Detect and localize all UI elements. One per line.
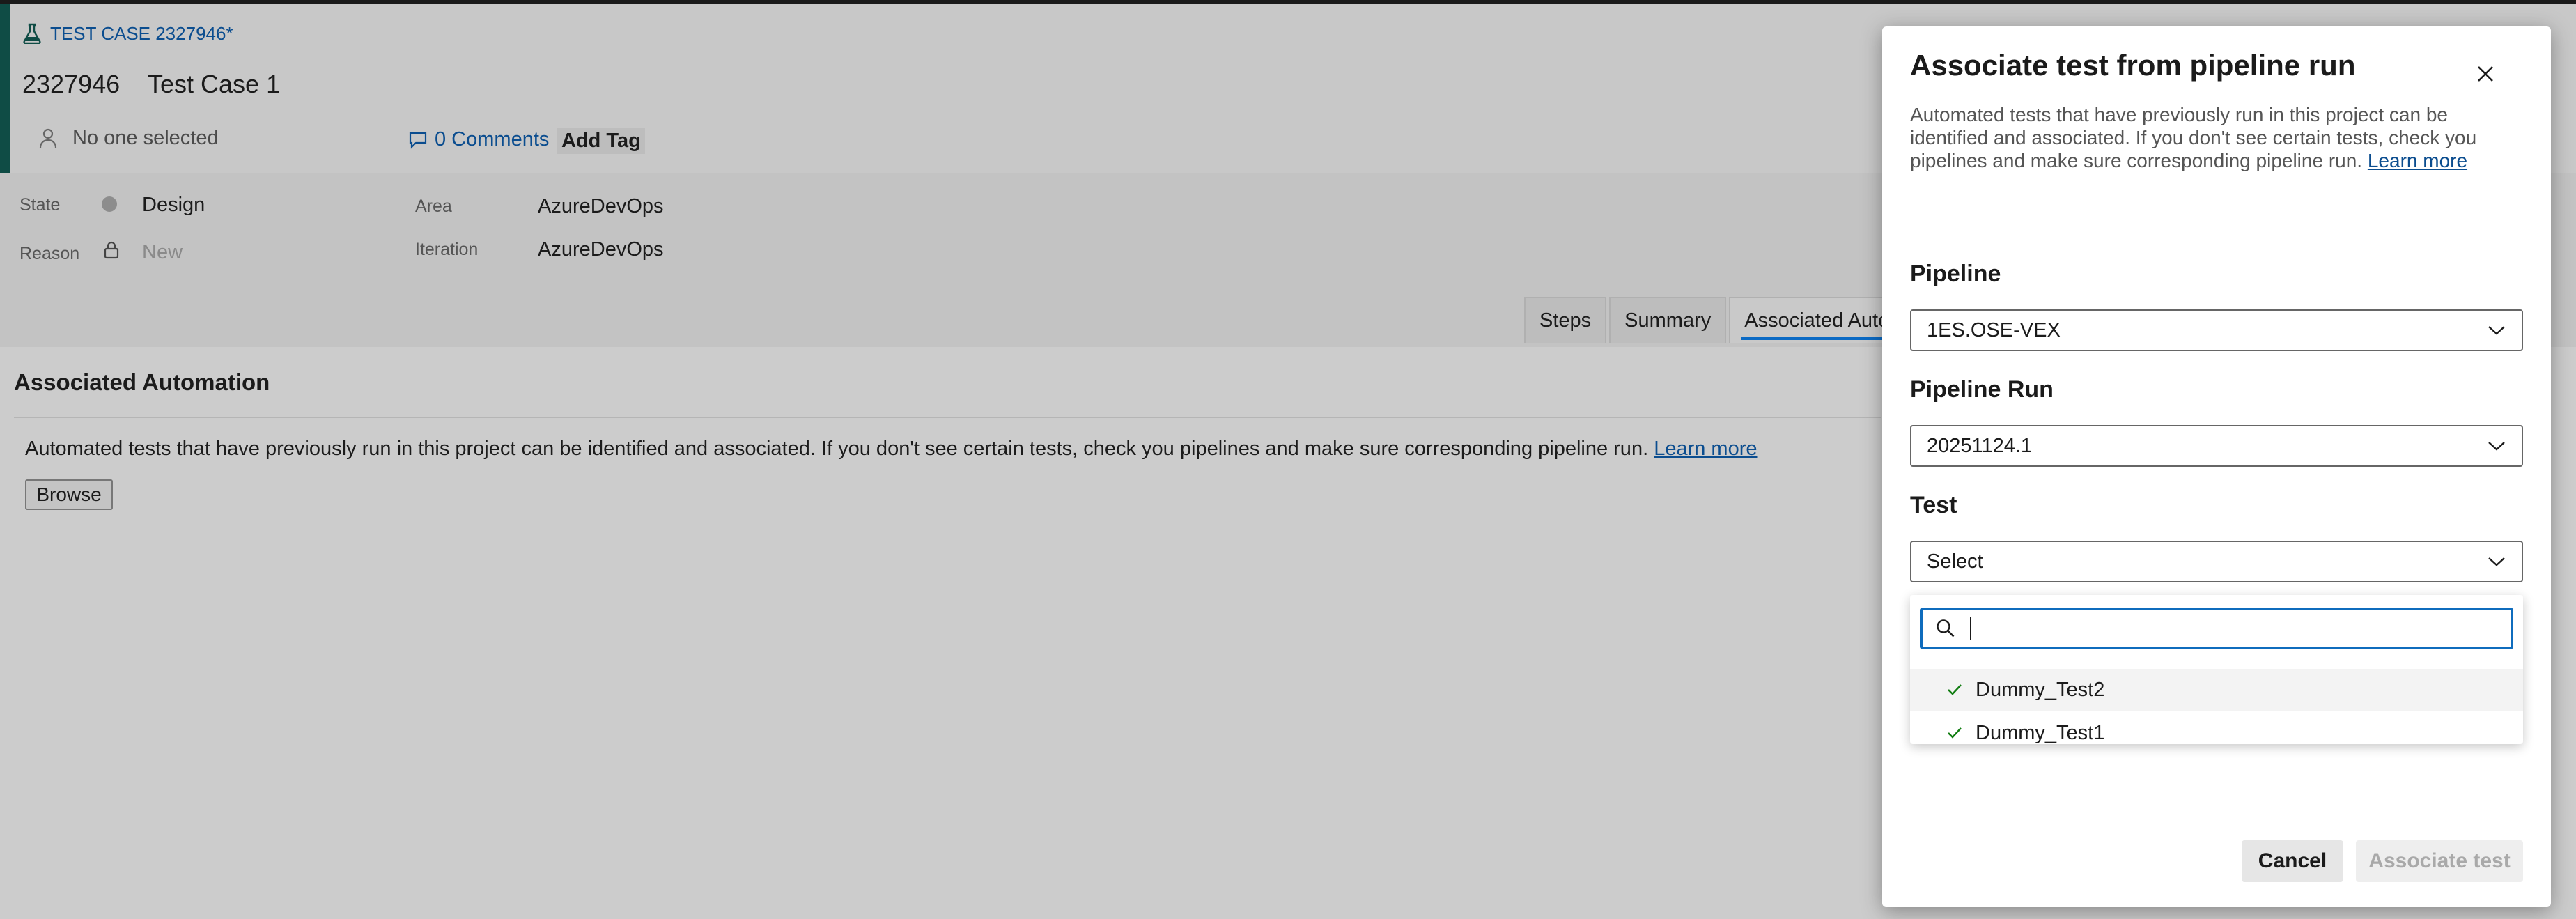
associate-test-button: Associate test	[2356, 840, 2523, 882]
work-item-id: 2327946	[22, 70, 121, 98]
dialog-description: Automated tests that have previously run…	[1910, 103, 2481, 172]
person-icon	[39, 128, 57, 148]
pipeline-run-label: Pipeline Run	[1910, 376, 2054, 403]
work-item-type-label: TEST CASE 2327946*	[50, 22, 233, 44]
test-option-label: Dummy_Test1	[1976, 721, 2105, 744]
assignee-picker[interactable]: No one selected	[39, 127, 219, 150]
work-item-type-color-bar	[0, 4, 10, 173]
area-label: Area	[415, 196, 452, 216]
reason-value: New	[142, 241, 183, 263]
assignee-label: No one selected	[72, 127, 219, 149]
pipeline-run-dropdown[interactable]: 20251124.1	[1910, 425, 2523, 467]
work-item-type: TEST CASE 2327946*	[22, 22, 233, 45]
associate-test-dialog: Associate test from pipeline run Automat…	[1882, 26, 2551, 907]
dialog-close-button[interactable]	[2466, 54, 2505, 93]
section-divider	[14, 417, 1881, 418]
flask-icon	[23, 23, 41, 44]
close-icon	[2478, 66, 2493, 82]
pipeline-run-dropdown-value: 20251124.1	[1927, 434, 2033, 457]
reason-label: Reason	[20, 244, 80, 263]
automation-description: Automated tests that have previously run…	[25, 438, 1758, 461]
iteration-value[interactable]: AzureDevOps	[538, 238, 664, 261]
pipeline-dropdown-value: 1ES.OSE-VEX	[1927, 318, 2061, 341]
test-label: Test	[1910, 492, 1957, 518]
test-search-input[interactable]	[1966, 615, 2495, 642]
browse-button[interactable]: Browse	[25, 479, 113, 510]
work-item-title[interactable]: Test Case 1	[148, 70, 280, 99]
test-dropdown[interactable]: Select	[1910, 541, 2523, 582]
tab-summary[interactable]: Summary	[1609, 297, 1727, 343]
pipeline-label: Pipeline	[1910, 261, 2001, 287]
comment-icon	[409, 132, 427, 149]
search-icon	[1937, 619, 1955, 638]
cancel-button[interactable]: Cancel	[2242, 840, 2343, 882]
lock-icon	[104, 241, 119, 259]
dialog-learn-more-link[interactable]: Learn more	[2368, 150, 2467, 171]
test-option-label: Dummy_Test2	[1976, 678, 2105, 701]
iteration-label: Iteration	[415, 240, 479, 259]
section-title: Associated Automation	[14, 369, 270, 395]
chevron-down-icon	[2488, 557, 2505, 566]
test-option-dummy-test1[interactable]: Dummy_Test1	[1910, 712, 2523, 754]
state-value[interactable]: Design	[142, 194, 205, 217]
pipeline-dropdown[interactable]: 1ES.OSE-VEX	[1910, 309, 2523, 351]
automation-learn-more-link[interactable]: Learn more	[1654, 438, 1757, 460]
test-dropdown-value: Select	[1927, 550, 1983, 573]
add-tag-button[interactable]: Add Tag	[557, 128, 645, 154]
dialog-title: Associate test from pipeline run	[1910, 49, 2356, 82]
chevron-down-icon	[2488, 442, 2505, 451]
comments-label: 0 Comments	[435, 128, 550, 150]
checkmark-icon	[1948, 727, 1962, 739]
tab-steps[interactable]: Steps	[1524, 297, 1607, 343]
state-indicator-icon	[102, 196, 117, 212]
area-value[interactable]: AzureDevOps	[538, 195, 664, 218]
chevron-down-icon	[2488, 326, 2505, 335]
test-search-box[interactable]	[1920, 608, 2513, 649]
test-dropdown-panel: Dummy_Test2 Dummy_Test1	[1910, 595, 2523, 744]
automation-description-text: Automated tests that have previously run…	[25, 438, 1649, 460]
state-label: State	[20, 195, 61, 215]
checkmark-icon	[1948, 684, 1962, 695]
test-option-dummy-test2[interactable]: Dummy_Test2	[1910, 669, 2523, 711]
comments-link[interactable]: 0 Comments	[408, 128, 549, 151]
text-cursor	[1970, 617, 1971, 640]
